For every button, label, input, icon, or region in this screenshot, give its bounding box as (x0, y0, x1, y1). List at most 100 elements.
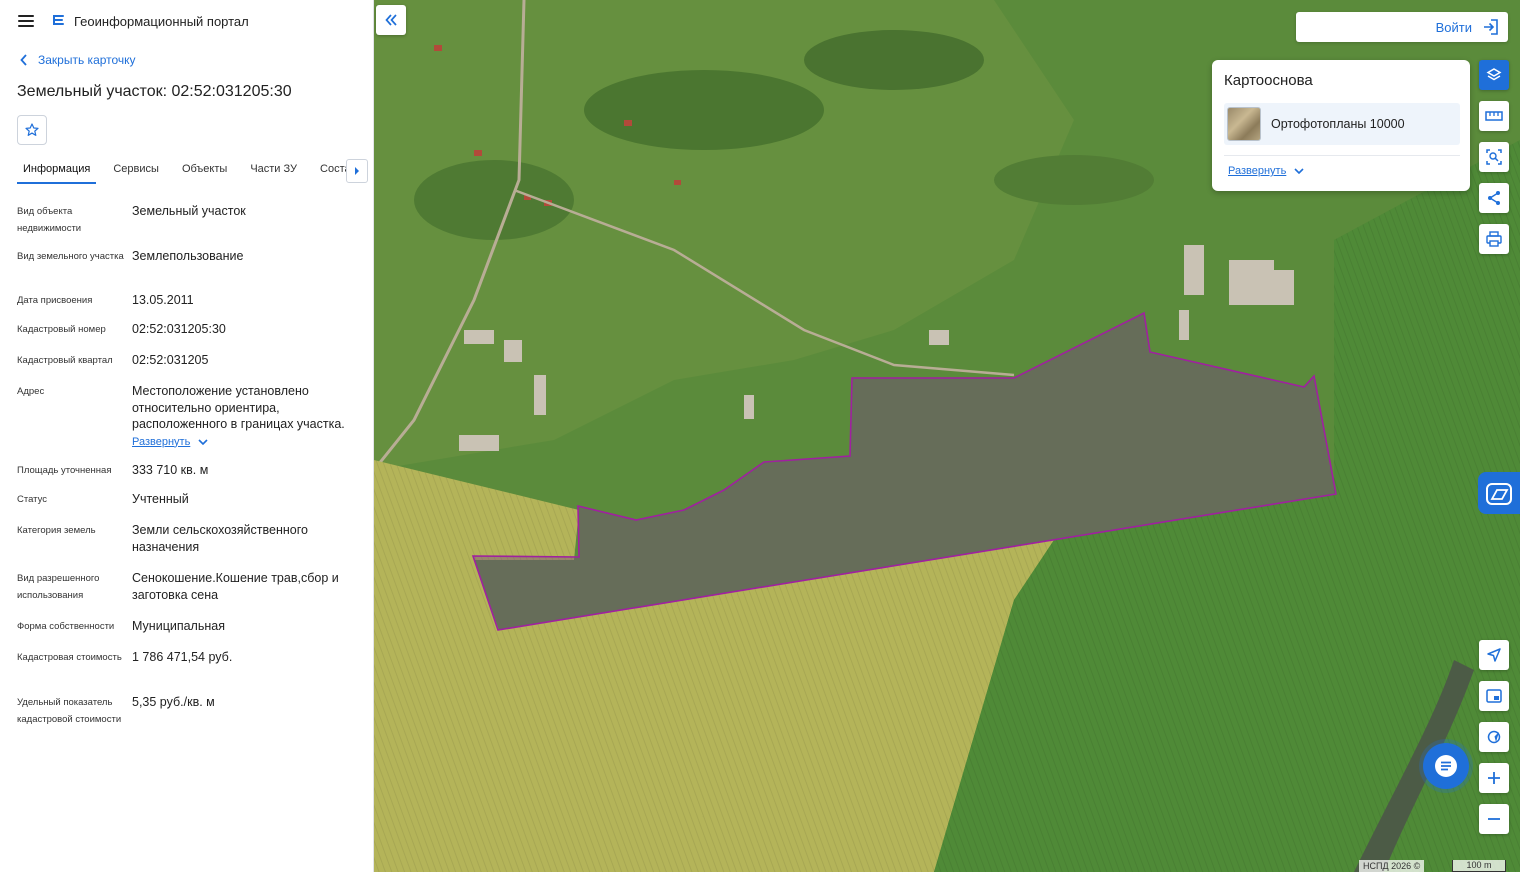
share-icon (1488, 191, 1500, 205)
ruler-button[interactable] (1479, 101, 1509, 131)
property-row: Кадастровая стоимость 1 786 471,54 руб. (17, 649, 362, 667)
address-text: Местоположение установлено относительно … (132, 384, 345, 431)
property-row: Кадастровый квартал 02:52:031205 (17, 352, 362, 370)
close-card-label: Закрыть карточку (38, 53, 136, 67)
share-button[interactable] (1479, 183, 1509, 213)
login-button[interactable]: Войти (1296, 12, 1508, 42)
sign-in-icon (1484, 19, 1498, 35)
property-label: Вид земельного участка (17, 251, 124, 262)
basemap-title: Картооснова (1224, 72, 1313, 89)
double-chevron-left-icon (385, 14, 397, 26)
side-panel-tab[interactable] (1478, 472, 1520, 514)
property-row: Кадастровый номер 02:52:031205:30 (17, 321, 362, 339)
property-row: Удельный показатель кадастровой стоимост… (17, 694, 362, 728)
tab-parts[interactable]: Части ЗУ (244, 156, 303, 184)
property-label: Кадастровая стоимость (17, 652, 122, 663)
menu-icon[interactable] (18, 15, 34, 27)
chevron-down-icon (1294, 168, 1304, 174)
layers-button[interactable] (1479, 60, 1509, 90)
copyright: НСПД 2026 © (1359, 860, 1425, 872)
navigate-button[interactable] (1479, 640, 1509, 670)
property-label: Площадь уточненная (17, 465, 112, 476)
property-value: 5,35 руб./кв. м (132, 695, 215, 709)
minimap-icon (1486, 689, 1502, 703)
tab-services[interactable]: Сервисы (107, 156, 165, 184)
property-row: Категория земель Земли сельскохозяйствен… (17, 522, 362, 555)
property-row: Форма собственности Муниципальная (17, 618, 362, 636)
property-value: 1 786 471,54 руб. (132, 650, 233, 664)
tab-info[interactable]: Информация (17, 156, 97, 184)
zoom-out-button[interactable] (1479, 804, 1509, 834)
portal-logo-icon (53, 15, 64, 25)
property-value: 13.05.2011 (132, 293, 194, 307)
app-title: Геоинформационный портал (74, 13, 249, 29)
chevron-down-icon (198, 439, 208, 445)
property-value: Земли сельскохозяйственного назначения (132, 523, 308, 554)
property-value: Сенокошение.Кошение трав,сбор и заготовк… (132, 571, 339, 602)
folder-icon (1486, 483, 1512, 505)
zoom-in-icon (1488, 772, 1500, 784)
property-row: Вид объекта недвижимости Земельный участ… (17, 203, 362, 237)
geolocation-button[interactable] (1479, 722, 1509, 752)
property-label: Статус (17, 494, 48, 505)
tab-objects[interactable]: Объекты (176, 156, 233, 184)
property-value: Земельный участок (132, 204, 246, 218)
collapse-panel-button[interactable] (376, 5, 406, 35)
property-value: 02:52:031205:30 (132, 322, 226, 336)
chevron-left-icon (20, 54, 27, 66)
basemap-option-orthophoto[interactable]: Ортофотопланы 10000 (1224, 103, 1460, 145)
card-title: Земельный участок: 02:52:031205:30 (17, 83, 292, 100)
locate-icon (1487, 648, 1501, 662)
address-expand-link[interactable]: Развернуть (132, 434, 208, 451)
property-label: Вид объекта недвижимости (17, 206, 82, 234)
minimap-button[interactable] (1479, 681, 1509, 711)
basemap-expand-label: Развернуть (1228, 165, 1287, 177)
property-row: Вид разрешенного использования Сенокошен… (17, 570, 362, 604)
basemap-thumbnail (1227, 107, 1261, 141)
tabs-scroll-right-button[interactable] (346, 159, 368, 183)
property-row: Вид земельного участка Землепользование (17, 248, 362, 266)
property-row: Площадь уточненная 333 710 кв. м (17, 462, 362, 480)
ruler-icon (1485, 111, 1503, 121)
print-icon (1486, 231, 1502, 247)
address-expand-label: Развернуть (132, 435, 191, 448)
property-value: Землепользование (132, 249, 244, 263)
star-icon (25, 123, 39, 136)
property-row: Адрес Местоположение установлено относит… (17, 383, 362, 450)
property-label: Форма собственности (17, 621, 115, 632)
caret-right-icon (355, 167, 359, 175)
favorite-button[interactable] (17, 115, 47, 145)
login-label: Войти (1435, 19, 1472, 35)
zoom-in-button[interactable] (1479, 763, 1509, 793)
property-value: Муниципальная (132, 619, 225, 633)
app: Геоинформационный портал Закрыть карточк… (0, 0, 1520, 872)
property-label: Кадастровый квартал (17, 355, 113, 366)
property-row: Дата присвоения 13.05.2011 (17, 292, 362, 310)
property-label: Категория земель (17, 525, 96, 536)
property-label: Дата присвоения (17, 295, 93, 306)
property-label: Удельный показатель кадастровой стоимост… (17, 697, 122, 725)
property-row: Статус Учтенный (17, 491, 362, 509)
layers-icon (1486, 68, 1502, 81)
card-tabs: Информация Сервисы Объекты Части ЗУ Сост… (17, 156, 373, 184)
object-card-panel: Геоинформационный портал Закрыть карточк… (0, 0, 374, 872)
property-label: Адрес (17, 386, 45, 397)
divider (1224, 155, 1460, 156)
top-bar: Геоинформационный портал (0, 0, 373, 42)
basemap-option-label: Ортофотопланы 10000 (1271, 117, 1405, 131)
property-label: Вид разрешенного использования (17, 573, 100, 601)
property-label: Кадастровый номер (17, 324, 106, 335)
property-value: Учтенный (132, 492, 189, 506)
property-value: 02:52:031205 (132, 353, 209, 367)
scale-bar: 100 m (1452, 860, 1506, 872)
zoom-out-icon (1488, 818, 1500, 820)
select-area-button[interactable] (1479, 142, 1509, 172)
basemap-panel: Картооснова Ортофотопланы 10000 Разверну… (1212, 60, 1470, 191)
print-button[interactable] (1479, 224, 1509, 254)
chat-button[interactable] (1423, 743, 1469, 789)
geolocation-icon (1487, 730, 1501, 744)
basemap-expand-link[interactable]: Развернуть (1228, 165, 1304, 177)
property-value-address: Местоположение установлено относительно … (132, 383, 362, 450)
select-area-icon (1486, 149, 1502, 165)
close-card-link[interactable]: Закрыть карточку (20, 53, 136, 67)
